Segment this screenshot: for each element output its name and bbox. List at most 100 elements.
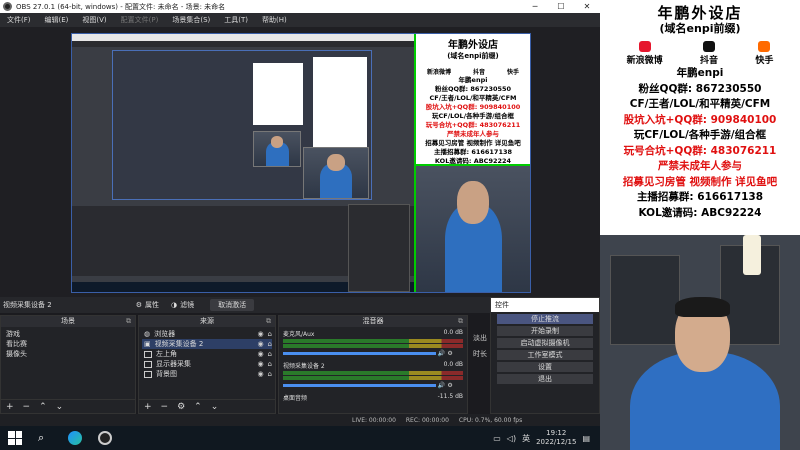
add-source-button[interactable]: + [144, 402, 152, 412]
eye-icon[interactable]: ◉ [257, 349, 263, 359]
poster-line: 招募见习房管 视频制作 详见鱼吧 [622, 175, 778, 188]
dock-float-icon[interactable]: ⧉ [458, 316, 463, 327]
scene-item[interactable]: 摄像头 [4, 349, 132, 359]
eye-icon[interactable]: ◉ [257, 369, 263, 379]
network-icon[interactable]: ▭ [493, 434, 501, 443]
search-icon[interactable]: ⌕ [38, 431, 52, 445]
source-settings-icon[interactable]: ⚙ [177, 402, 185, 412]
menu-tools[interactable]: 工具(T) [217, 15, 255, 25]
social-icons: 新浪微博 抖音 快手 [600, 41, 800, 66]
minimize-icon[interactable]: ─ [522, 2, 548, 11]
source-item[interactable]: 显示器采集 ◉ ⌂ [142, 359, 272, 369]
add-scene-button[interactable]: + [6, 402, 14, 412]
windows-start-icon[interactable] [8, 431, 22, 445]
menu-profile[interactable]: 配置文件(P) [114, 15, 166, 25]
maximize-icon[interactable]: ☐ [548, 2, 574, 11]
source-item[interactable]: ▣ 视频采集设备 2 ◉ ⌂ [142, 339, 272, 349]
lock-icon[interactable]: ⌂ [268, 369, 272, 379]
volume-slider[interactable] [283, 384, 436, 387]
notification-icon[interactable]: ▤ [582, 434, 590, 443]
gear-icon: ⚙ [135, 301, 142, 309]
preview-area[interactable]: 年鹏外设店 (域名enpi前缀) 新浪微博 抖音 快手 年鹏enpi 粉丝QQ群… [0, 27, 600, 297]
clock[interactable]: 19:12 2022/12/15 [536, 429, 576, 447]
poster-title: 年鹏外设店 [657, 4, 743, 22]
source-item[interactable]: 左上角 ◉ ⌂ [142, 349, 272, 359]
dock-float-icon[interactable]: ⧉ [266, 316, 271, 327]
scene-item[interactable]: 看比赛 [4, 339, 132, 349]
lock-icon[interactable]: ⌂ [268, 359, 272, 369]
source-item[interactable]: 背景图 ◉ ⌂ [142, 369, 272, 379]
properties-button[interactable]: ⚙ 属性 [136, 300, 159, 310]
exit-button[interactable]: 退出 [497, 374, 593, 384]
stop-streaming-button[interactable]: 停止推流 [497, 314, 593, 324]
image-icon [144, 370, 152, 378]
kuaishou-icon [758, 41, 771, 52]
eye-icon[interactable]: ◉ [257, 339, 263, 349]
poster-line: 粉丝QQ群: 867230550 [638, 82, 762, 95]
rec-status: REC: 00:00:00 [405, 416, 449, 424]
menu-edit[interactable]: 编辑(E) [38, 15, 76, 25]
remove-source-button[interactable]: − [161, 402, 169, 412]
system-tray: ▭ ◁) 英 19:12 2022/12/15 ▤ [493, 429, 600, 447]
menu-view[interactable]: 视图(V) [75, 15, 113, 25]
move-up-button[interactable]: ⌃ [194, 402, 202, 412]
transition-labels: 淡出 时长 [473, 334, 487, 358]
poster-line: 主播招募群: 616617138 [636, 191, 764, 203]
edge-browser-icon[interactable] [68, 431, 82, 445]
nested-context-menu [348, 204, 410, 292]
poster-line: KOL邀请码: ABC92224 [638, 206, 762, 219]
studio-mode-button[interactable]: 工作室模式 [497, 350, 593, 360]
streamer-hair [675, 297, 730, 317]
source-item[interactable]: ◍ 浏览器 ◉ ⌂ [142, 329, 272, 339]
gear-icon[interactable]: ⚙ [447, 382, 452, 389]
start-recording-button[interactable]: 开始录制 [497, 326, 593, 336]
speaker-icon[interactable]: 🔊 [438, 382, 445, 389]
lock-icon[interactable]: ⌂ [268, 329, 272, 339]
eye-icon[interactable]: ◉ [257, 359, 263, 369]
speaker-icon[interactable]: 🔊 [438, 350, 445, 357]
window-titlebar: OBS 27.0.1 (64-bit, windows) - 配置文件: 未命名… [0, 0, 600, 13]
mixer-channel: 视频采集设备 2 0.0 dB 🔊 ⚙ [283, 361, 463, 389]
eye-icon[interactable]: ◉ [257, 329, 263, 339]
dock-float-icon[interactable]: ⧉ [126, 316, 131, 327]
menu-file[interactable]: 文件(F) [0, 15, 38, 25]
selected-source-name: 视频采集设备 2 [3, 301, 52, 309]
move-down-button[interactable]: ⌄ [211, 402, 219, 412]
scene-item[interactable]: 游戏 [4, 329, 132, 339]
lock-icon[interactable]: ⌂ [268, 339, 272, 349]
volume-slider[interactable] [283, 352, 436, 355]
globe-icon: ◍ [144, 330, 151, 338]
move-down-button[interactable]: ⌄ [56, 402, 64, 412]
mixer-channel: 麦克风/Aux 0.0 dB 🔊 ⚙ [283, 329, 463, 357]
filter-icon: ◑ [170, 301, 178, 309]
move-up-button[interactable]: ⌃ [39, 402, 47, 412]
poster-line: 股坑入坑+QQ群: 909840100 [623, 113, 777, 126]
gear-icon[interactable]: ⚙ [447, 350, 452, 357]
preview-canvas[interactable]: 年鹏外设店 (域名enpi前缀) 新浪微博 抖音 快手 年鹏enpi 粉丝QQ群… [71, 33, 531, 293]
status-bar: LIVE: 00:00:00 REC: 00:00:00 CPU: 0.7%, … [0, 414, 600, 426]
poster-subtitle: (域名enpi前缀) [659, 22, 741, 35]
window-title: OBS 27.0.1 (64-bit, windows) - 配置文件: 未命名… [16, 2, 226, 11]
canvas-webcam[interactable] [414, 164, 530, 292]
douyin-icon [702, 41, 715, 52]
start-virtual-camera-button[interactable]: 启动虚拟摄像机 [497, 338, 593, 348]
window-controls: ─ ☐ ✕ [522, 2, 600, 11]
poster-line: 玩号合坑+QQ群: 483076211 [623, 144, 777, 157]
ime-indicator[interactable]: 英 [522, 433, 530, 444]
close-icon[interactable]: ✕ [574, 2, 600, 11]
poster-brand: 年鹏enpi [676, 67, 724, 79]
remove-scene-button[interactable]: − [23, 402, 31, 412]
obs-taskbar-icon[interactable] [98, 431, 112, 445]
windows-taskbar: ⌕ ▭ ◁) 英 19:12 2022/12/15 ▤ [0, 426, 600, 450]
settings-button[interactable]: 设置 [497, 362, 593, 372]
screen: OBS 27.0.1 (64-bit, windows) - 配置文件: 未命名… [0, 0, 800, 450]
menu-scene-collection[interactable]: 场景集合(S) [165, 15, 217, 25]
poster-line: CF/王者/LOL/和平精英/CFM [629, 98, 771, 110]
filters-button[interactable]: ◑ 滤镜 [171, 300, 194, 310]
lock-icon[interactable]: ⌂ [268, 349, 272, 359]
volume-icon[interactable]: ◁) [507, 434, 516, 443]
mixer-dock: 混音器 ⧉ 麦克风/Aux 0.0 dB 🔊 ⚙ 视频采集设备 2 0.0 dB 🔊 … [278, 315, 468, 414]
menu-help[interactable]: 帮助(H) [255, 15, 294, 25]
lamp [743, 235, 761, 275]
deactivate-button[interactable]: 取消激活 [210, 299, 255, 311]
